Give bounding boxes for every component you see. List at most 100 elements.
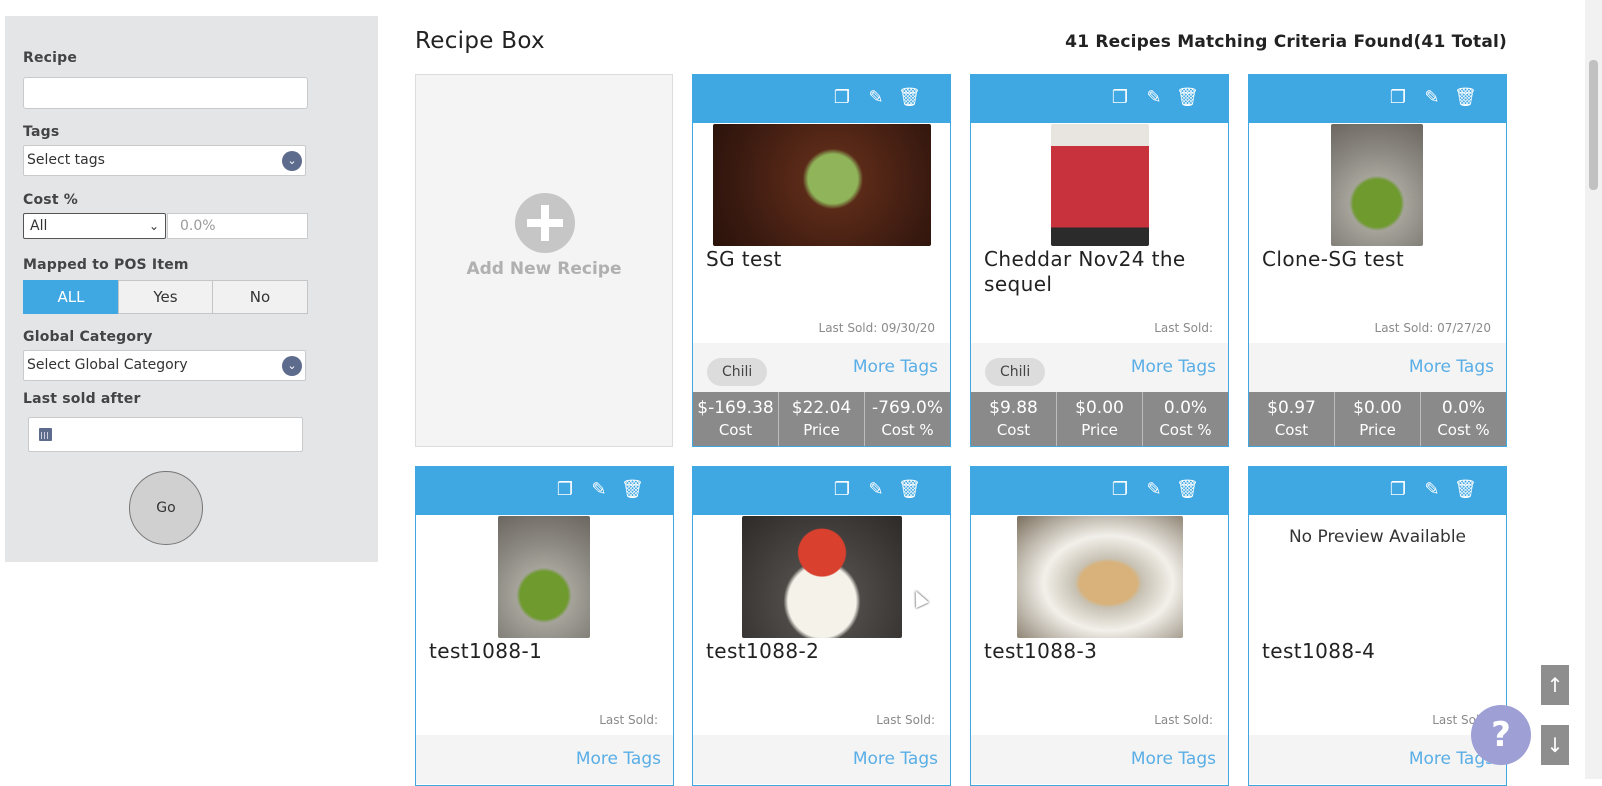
- recipe-card[interactable]: ❐ ✎ 🗑 Cheddar Nov24 the sequel Last Sold…: [970, 74, 1229, 447]
- trash-icon[interactable]: 🗑: [621, 479, 644, 501]
- more-tags-link[interactable]: More Tags: [1131, 749, 1216, 769]
- pos-option-no[interactable]: No: [212, 280, 308, 314]
- cost-operator-select[interactable]: All ⌄: [23, 213, 166, 239]
- copy-icon[interactable]: ❐: [831, 87, 853, 109]
- more-tags-link[interactable]: More Tags: [1409, 357, 1494, 377]
- recipe-card[interactable]: ❐ ✎ 🗑 SG test Last Sold: 09/30/20 Chili …: [692, 74, 951, 447]
- stat-cost-pct: 0.0% Cost %: [1421, 392, 1506, 446]
- recipe-stats: $9.88 Cost $0.00 Price 0.0% Cost %: [971, 392, 1228, 446]
- cost-label: Cost: [996, 421, 1031, 439]
- card-header: ❐ ✎ 🗑: [971, 467, 1228, 515]
- copy-icon[interactable]: ❐: [1387, 479, 1409, 501]
- category-placeholder: Select Global Category: [27, 357, 188, 373]
- trash-icon[interactable]: 🗑: [898, 87, 921, 109]
- recipe-card[interactable]: ❐ ✎ 🗑 test1088-1 Last Sold: More Tags: [415, 466, 674, 786]
- chevron-down-icon: ⌄: [282, 151, 302, 171]
- stat-cost: $0.97 Cost: [1249, 392, 1335, 446]
- recipe-search-input[interactable]: [23, 77, 308, 109]
- recipe-stats: $-169.38 Cost $22.04 Price -769.0% Cost %: [693, 392, 950, 446]
- copy-icon[interactable]: ❐: [554, 479, 576, 501]
- price-value: $22.04: [791, 398, 852, 418]
- tags-bar: More Tags: [693, 735, 950, 784]
- pencil-icon[interactable]: ✎: [588, 479, 610, 501]
- tags-select[interactable]: Select tags ⌄: [23, 145, 306, 176]
- add-new-recipe-card[interactable]: Add New Recipe: [415, 74, 673, 447]
- scroll-down-button[interactable]: ↓: [1541, 725, 1569, 765]
- pos-option-yes[interactable]: Yes: [118, 280, 213, 314]
- scroll-up-button[interactable]: ↑: [1541, 665, 1569, 705]
- cost-percent-input[interactable]: 0.0%: [167, 213, 308, 239]
- price-value: $0.00: [1075, 398, 1124, 418]
- last-sold: Last Sold:: [1154, 713, 1213, 727]
- more-tags-link[interactable]: More Tags: [853, 749, 938, 769]
- copy-icon[interactable]: ❐: [831, 479, 853, 501]
- category-label: Global Category: [23, 329, 153, 345]
- card-header: ❐ ✎ 🗑: [1249, 75, 1506, 123]
- cost-pct-value: 0.0%: [1441, 398, 1486, 418]
- page-scrollbar[interactable]: [1585, 0, 1602, 779]
- cost-label: Cost: [718, 421, 753, 439]
- recipe-stats: $0.97 Cost $0.00 Price 0.0% Cost %: [1249, 392, 1506, 446]
- more-tags-link[interactable]: More Tags: [853, 357, 938, 377]
- recipe-name[interactable]: test1088-4: [1262, 639, 1497, 664]
- copy-icon[interactable]: ❐: [1109, 87, 1131, 109]
- copy-icon[interactable]: ❐: [1109, 479, 1131, 501]
- tag-chip[interactable]: Chili: [985, 358, 1046, 386]
- recipe-name[interactable]: Clone-SG test: [1262, 247, 1497, 272]
- cost-percent-placeholder: 0.0%: [180, 218, 216, 234]
- recipe-name[interactable]: Cheddar Nov24 the sequel: [984, 247, 1219, 297]
- stat-cost-pct: -769.0% Cost %: [865, 392, 950, 446]
- recipe-name[interactable]: SG test: [706, 247, 941, 272]
- tags-bar: More Tags: [1249, 735, 1506, 784]
- trash-icon[interactable]: 🗑: [1176, 479, 1199, 501]
- scrollbar-thumb[interactable]: [1589, 60, 1598, 190]
- no-preview-text: No Preview Available: [1288, 527, 1467, 547]
- go-button[interactable]: Go: [129, 471, 203, 545]
- pencil-icon[interactable]: ✎: [865, 479, 887, 501]
- pencil-icon[interactable]: ✎: [865, 87, 887, 109]
- cost-pct-label: Cost %: [1159, 421, 1212, 439]
- pos-option-all[interactable]: ALL: [23, 280, 119, 314]
- last-sold: Last Sold: 07/27/20: [1374, 321, 1491, 335]
- pencil-icon[interactable]: ✎: [1421, 479, 1443, 501]
- recipe-card[interactable]: ❐ ✎ 🗑 No Preview Available test1088-4 La…: [1248, 466, 1507, 786]
- pos-label: Mapped to POS Item: [23, 257, 189, 273]
- cost-value: $-169.38: [697, 398, 774, 418]
- recipe-image: [742, 516, 902, 638]
- more-tags-link[interactable]: More Tags: [1131, 357, 1216, 377]
- stat-price: $0.00 Price: [1335, 392, 1421, 446]
- card-header: ❐ ✎ 🗑: [693, 75, 950, 123]
- help-button[interactable]: ?: [1471, 705, 1531, 765]
- card-header: ❐ ✎ 🗑: [693, 467, 950, 515]
- card-header: ❐ ✎ 🗑: [416, 467, 673, 515]
- pencil-icon[interactable]: ✎: [1143, 479, 1165, 501]
- price-label: Price: [803, 421, 840, 439]
- cost-operator-value: All: [30, 218, 48, 234]
- recipe-name[interactable]: test1088-2: [706, 639, 941, 664]
- trash-icon[interactable]: 🗑: [1176, 87, 1199, 109]
- tags-bar: More Tags: [1249, 343, 1506, 392]
- trash-icon[interactable]: 🗑: [898, 479, 921, 501]
- card-header: ❐ ✎ 🗑: [1249, 467, 1506, 515]
- recipe-card[interactable]: ❐ ✎ 🗑 test1088-2 Last Sold: More Tags: [692, 466, 951, 786]
- calendar-icon[interactable]: [39, 428, 52, 441]
- cost-label: Cost %: [23, 192, 79, 208]
- copy-icon[interactable]: ❐: [1387, 87, 1409, 109]
- trash-icon[interactable]: 🗑: [1454, 479, 1477, 501]
- card-header: ❐ ✎ 🗑: [971, 75, 1228, 123]
- last-sold-date-input[interactable]: [28, 417, 303, 452]
- recipe-card[interactable]: ❐ ✎ 🗑 test1088-3 Last Sold: More Tags: [970, 466, 1229, 786]
- recipe-label: Recipe: [23, 50, 78, 66]
- more-tags-link[interactable]: More Tags: [576, 749, 661, 769]
- pencil-icon[interactable]: ✎: [1421, 87, 1443, 109]
- global-category-select[interactable]: Select Global Category ⌄: [23, 350, 306, 381]
- recipe-image: [1331, 124, 1423, 246]
- recipe-name[interactable]: test1088-3: [984, 639, 1219, 664]
- trash-icon[interactable]: 🗑: [1454, 87, 1477, 109]
- tag-chip[interactable]: Chili: [707, 358, 768, 386]
- tags-bar: More Tags: [416, 735, 673, 784]
- recipe-name[interactable]: test1088-1: [429, 639, 664, 664]
- stat-price: $22.04 Price: [779, 392, 865, 446]
- recipe-card[interactable]: ❐ ✎ 🗑 Clone-SG test Last Sold: 07/27/20 …: [1248, 74, 1507, 447]
- pencil-icon[interactable]: ✎: [1143, 87, 1165, 109]
